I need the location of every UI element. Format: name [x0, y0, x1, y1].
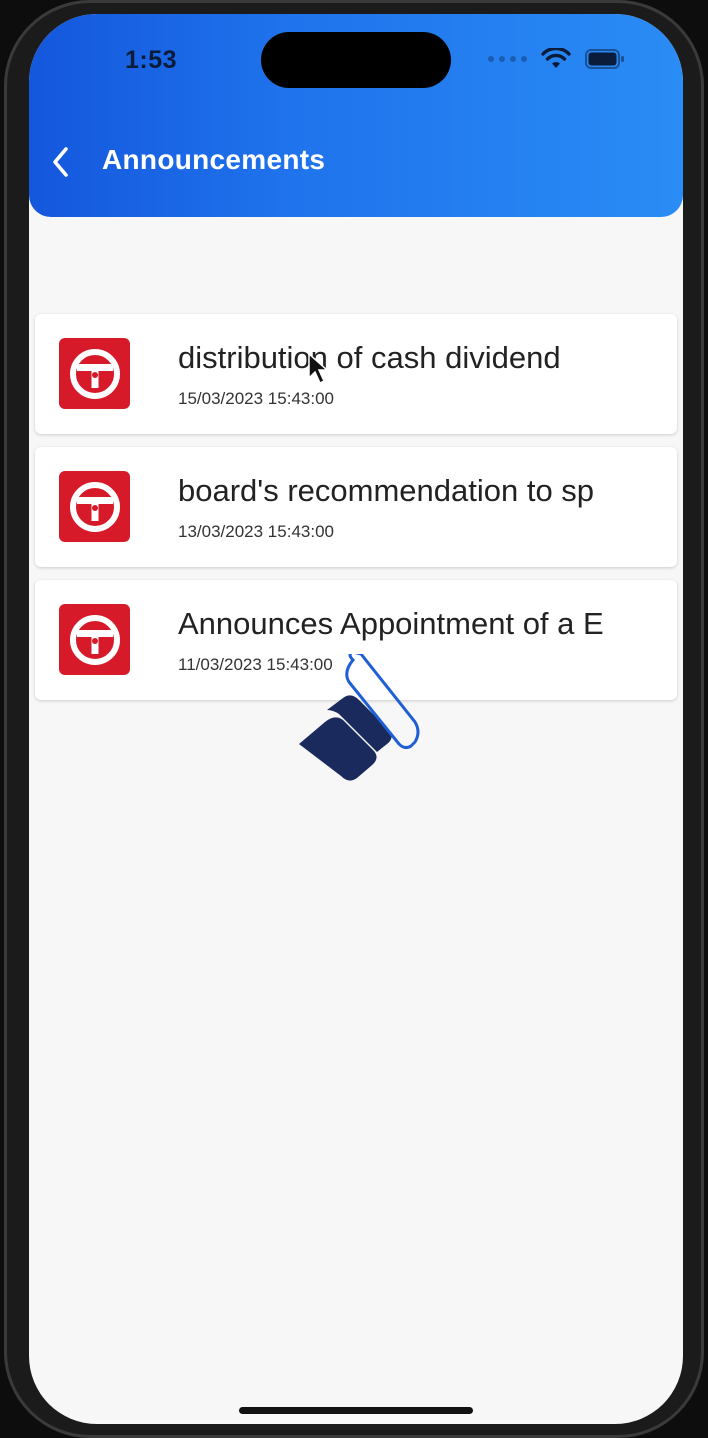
- announcement-title: distribution of cash dividend: [178, 340, 561, 375]
- announcement-item[interactable]: distribution of cash dividend 15/03/2023…: [35, 314, 677, 434]
- chevron-left-icon: [53, 147, 68, 177]
- app-header: 1:53 Announcements: [29, 14, 683, 217]
- home-indicator[interactable]: [239, 1407, 473, 1414]
- status-time: 1:53: [125, 46, 178, 74]
- back-button[interactable]: [41, 142, 81, 182]
- signal-icon: [488, 56, 527, 62]
- loading-spinner-icon: [291, 650, 431, 799]
- announcement-item[interactable]: board's recommendation to sp 13/03/2023 …: [35, 447, 677, 567]
- announcement-title: Announces Appointment of a E: [178, 606, 604, 641]
- announcement-title: board's recommendation to sp: [178, 473, 595, 508]
- announcement-date: 15/03/2023 15:43:00: [178, 389, 334, 408]
- phone-frame: 1:53 Announcements distribution of cash …: [4, 0, 704, 1438]
- announcement-date: 13/03/2023 15:43:00: [178, 522, 334, 541]
- battery-icon: [585, 49, 625, 69]
- mouse-cursor-icon: [307, 352, 329, 391]
- company-logo: [59, 604, 130, 675]
- company-logo: [59, 471, 130, 542]
- dynamic-island: [261, 32, 451, 88]
- status-icons: [488, 48, 625, 70]
- wifi-icon: [541, 48, 571, 70]
- page-title: Announcements: [102, 144, 326, 175]
- company-logo: [59, 338, 130, 409]
- screen: 1:53 Announcements distribution of cash …: [29, 14, 683, 1424]
